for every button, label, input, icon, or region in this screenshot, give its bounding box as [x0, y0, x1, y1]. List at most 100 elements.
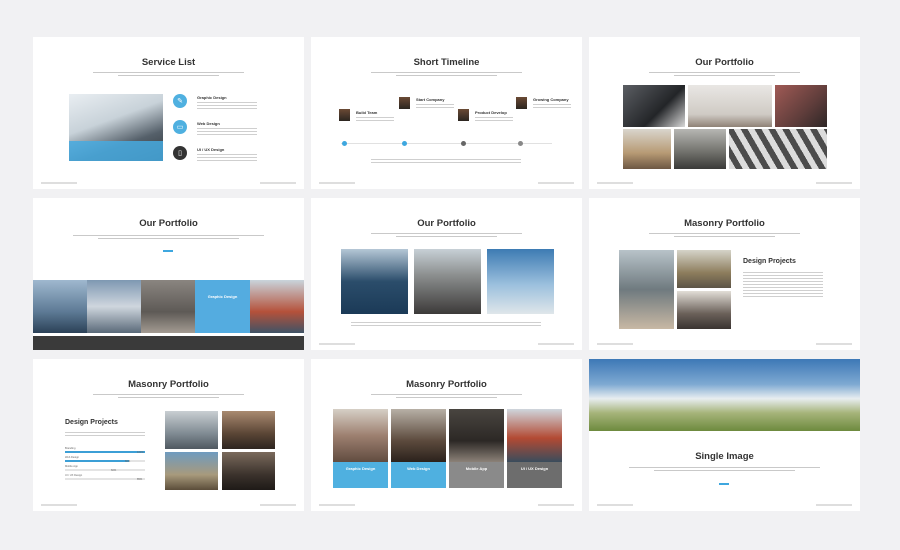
neon-photo	[775, 85, 827, 127]
slide-title: Short Timeline	[413, 57, 480, 68]
timeline-event: Start Company	[416, 97, 445, 102]
slide-masonry-1[interactable]: Masonry Portfolio Design Projects	[589, 198, 860, 350]
dusk-photo	[222, 452, 275, 490]
landscape-photo	[589, 359, 860, 431]
skill-value: 80%	[125, 460, 131, 463]
monitor-icon: ▭	[173, 120, 187, 134]
laptop-photo	[623, 85, 685, 127]
card-label: Mobile App	[449, 462, 504, 488]
sky-road-photo	[487, 249, 554, 314]
slide-title: Our Portfolio	[417, 218, 476, 229]
slide-masonry-skills[interactable]: Masonry Portfolio Design Projects Brandi…	[33, 359, 304, 511]
slide-title: Masonry Portfolio	[684, 218, 765, 229]
palette-icon: ✎	[173, 94, 187, 108]
slide-subtitle-lines	[93, 72, 244, 77]
skill-value: 85%	[137, 478, 143, 481]
skill-bar	[65, 478, 145, 480]
slide-portfolio-three[interactable]: Our Portfolio	[311, 198, 582, 350]
slide-single-image[interactable]: Single Image	[589, 359, 860, 511]
footer-right	[538, 182, 574, 184]
slide-service-list[interactable]: Service List ✎ Graphic Design ▭ Web Desi…	[33, 37, 304, 189]
skill-value: 60%	[111, 469, 117, 472]
event-desc	[475, 117, 513, 123]
slide-portfolio-strip[interactable]: Our Portfolio Graphic Design	[33, 198, 304, 350]
woman-portrait-photo	[333, 409, 388, 462]
desk-photo	[688, 85, 772, 127]
bike-rider-photo	[165, 411, 218, 449]
footer-right	[816, 182, 852, 184]
man-sunset-photo	[391, 409, 446, 462]
timeline-event: Growing Company	[533, 97, 569, 102]
feet-photo	[141, 280, 195, 333]
service-label: Web Design	[197, 121, 220, 126]
footer-right	[538, 504, 574, 506]
event-desc	[533, 104, 571, 110]
timeline-dot	[402, 141, 407, 146]
service-label: Graphic Design	[197, 95, 227, 100]
plane-photo	[87, 280, 141, 333]
bridge-photo	[674, 129, 726, 169]
section-heading: Design Projects	[65, 419, 118, 426]
footer-right	[538, 343, 574, 345]
sea-cliff-photo	[341, 249, 408, 314]
title-underline	[719, 483, 729, 485]
slide-subtitle-lines	[629, 467, 820, 472]
slide-title: Service List	[141, 57, 196, 68]
skill-bar	[65, 460, 145, 462]
slide-title: Our Portfolio	[139, 218, 198, 229]
timeline-event: Build Team	[356, 110, 378, 115]
table-photo	[623, 129, 671, 169]
avatar	[399, 97, 410, 109]
event-desc	[356, 117, 394, 123]
slide-subtitle-lines	[93, 394, 244, 399]
footer-right	[816, 343, 852, 345]
service-desc	[197, 128, 257, 137]
slide-subtitle-lines	[649, 72, 800, 77]
sign-photo	[165, 452, 218, 490]
avatar	[339, 109, 350, 121]
avatar	[516, 97, 527, 109]
footer-bar	[33, 336, 304, 350]
footer-left	[319, 504, 355, 506]
skill-bar	[65, 469, 145, 471]
pier-photo	[677, 250, 731, 288]
slide-short-timeline[interactable]: Short Timeline Build Team Start Company …	[311, 37, 582, 189]
timeline-dot	[461, 141, 466, 146]
timeline-dot	[342, 141, 347, 146]
street-photo	[677, 291, 731, 329]
bicycle-photo	[619, 250, 674, 329]
section-desc	[743, 272, 823, 299]
skill-label: Web Design	[65, 456, 80, 459]
skill-value: 100%	[137, 451, 144, 454]
footer-left	[597, 504, 633, 506]
slide-subtitle-lines	[73, 235, 264, 240]
office-photo-overlay	[69, 141, 163, 161]
footer-right	[260, 182, 296, 184]
slide-title: Masonry Portfolio	[128, 379, 209, 390]
section-heading: Design Projects	[743, 258, 796, 265]
timeline-dot	[518, 141, 523, 146]
footer-right	[260, 504, 296, 506]
event-desc	[416, 104, 454, 110]
section-desc	[65, 432, 145, 438]
slide-masonry-cards[interactable]: Masonry Portfolio Graphic Design Web Des…	[311, 359, 582, 511]
skill-bar-fill	[65, 469, 113, 471]
service-label: UI / UX Design	[197, 147, 225, 152]
card-label: UI / UX Design	[507, 462, 562, 488]
skill-bar	[65, 451, 145, 453]
sunset-person-photo	[222, 411, 275, 449]
phone-icon: ▯	[173, 146, 187, 160]
footer-left	[41, 504, 77, 506]
slide-portfolio-grid[interactable]: Our Portfolio	[589, 37, 860, 189]
portfolio-desc	[351, 322, 541, 328]
footer-right	[816, 504, 852, 506]
card-label: Graphic Design	[333, 462, 388, 488]
portfolio-tile-label: Graphic Design	[195, 280, 250, 333]
skill-bar-fill	[65, 478, 133, 480]
service-desc	[197, 154, 257, 163]
slide-subtitle-lines	[371, 394, 522, 399]
avatar	[458, 109, 469, 121]
slide-title: Masonry Portfolio	[406, 379, 487, 390]
golden-gate-photo	[250, 280, 304, 333]
skill-bar-fill	[65, 451, 145, 453]
